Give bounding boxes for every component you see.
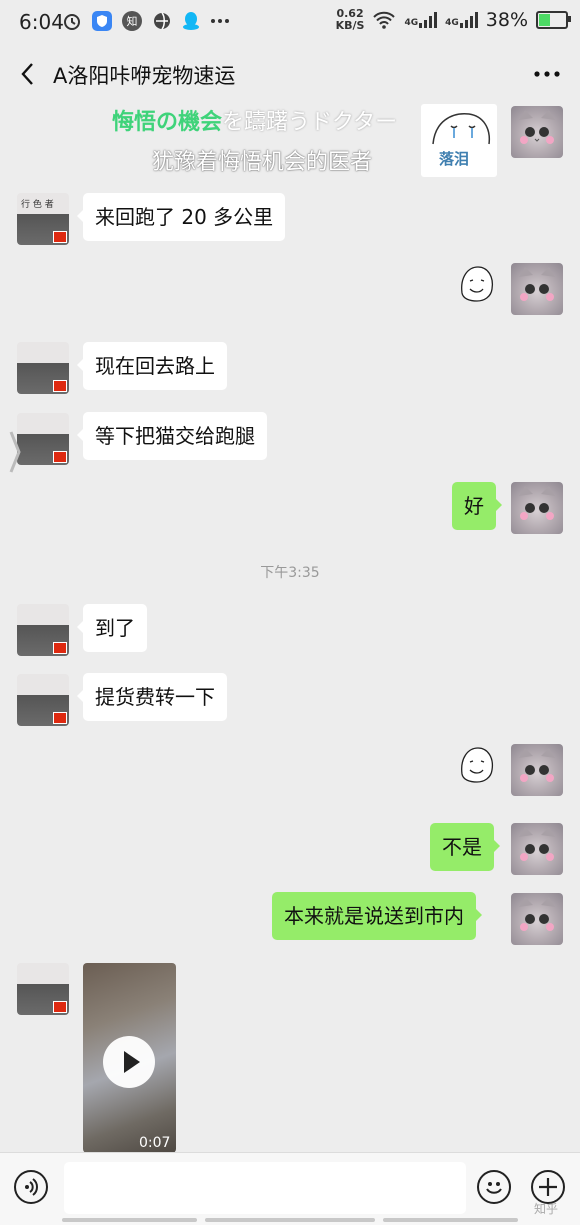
status-bar: 6:04 知 0.62 KB/S 4G 4G 38% bbox=[0, 0, 580, 44]
contact-avatar[interactable] bbox=[17, 604, 69, 656]
self-avatar[interactable] bbox=[511, 263, 563, 315]
cat-avatar-icon bbox=[519, 110, 555, 144]
contact-avatar[interactable] bbox=[17, 413, 69, 465]
more-functions-button[interactable] bbox=[531, 1170, 565, 1204]
message-bubble-sent[interactable]: 不是 bbox=[430, 823, 500, 871]
meme-crying-face-sticker: 落泪 bbox=[421, 104, 497, 177]
flag-icon bbox=[53, 642, 67, 654]
nav-indicator bbox=[62, 1218, 197, 1222]
status-right-group: 0.62 KB/S 4G 4G 38% bbox=[336, 8, 571, 32]
signal-strength-1: 4G bbox=[404, 12, 438, 28]
crying-face-icon bbox=[432, 113, 491, 145]
message-text-input[interactable] bbox=[64, 1162, 466, 1214]
message-bubble-received[interactable]: 现在回去路上 bbox=[77, 342, 227, 390]
cat-avatar-icon bbox=[519, 897, 555, 931]
voice-icon bbox=[25, 1178, 38, 1196]
more-dots-icon bbox=[211, 19, 229, 23]
net-speed: 0.62 KB/S bbox=[336, 8, 365, 32]
chat-more-button[interactable] bbox=[532, 59, 562, 89]
self-avatar[interactable] bbox=[511, 106, 563, 158]
meme-sticker-message[interactable]: 悔悟の機会を躊躇うドクター 犹豫着悔悟机会的医者 落泪 bbox=[100, 100, 500, 178]
smiling-face-sticker[interactable] bbox=[456, 744, 496, 784]
flag-icon bbox=[53, 712, 67, 724]
qq-app-icon bbox=[183, 12, 199, 30]
back-button[interactable] bbox=[14, 59, 44, 89]
battery-level bbox=[539, 14, 550, 26]
battery-icon bbox=[536, 11, 571, 29]
signal-bars-icon bbox=[419, 12, 438, 28]
self-avatar[interactable] bbox=[511, 744, 563, 796]
net-speed-unit: KB/S bbox=[335, 19, 365, 32]
flag-icon bbox=[53, 1001, 67, 1013]
message-timestamp: 下午3:35 bbox=[260, 565, 320, 581]
more-dots-icon bbox=[534, 71, 560, 77]
zhihu-app-icon: 知 bbox=[122, 11, 142, 31]
battery-percentage: 38% bbox=[485, 9, 528, 31]
network-type-label: 4G bbox=[404, 18, 419, 28]
message-bubble-received[interactable]: 到了 bbox=[77, 604, 147, 652]
play-icon[interactable] bbox=[103, 1036, 155, 1088]
signal-bars-icon bbox=[459, 12, 478, 28]
message-bubble-sent[interactable]: 本来就是说送到市内 bbox=[272, 892, 482, 940]
cat-avatar-icon bbox=[519, 267, 555, 301]
meme-caption-highlight: 悔悟の機会 bbox=[112, 110, 223, 135]
watermark: 知乎 bbox=[533, 1202, 558, 1216]
message-input-bar bbox=[0, 1152, 580, 1225]
chevron-left-icon bbox=[21, 63, 33, 85]
video-duration: 0:07 bbox=[139, 1135, 171, 1151]
wifi-icon bbox=[373, 11, 396, 29]
shield-app-icon bbox=[92, 11, 112, 31]
nav-indicator bbox=[383, 1218, 518, 1222]
plus-icon bbox=[539, 1178, 557, 1196]
cat-avatar-icon bbox=[519, 827, 555, 861]
flag-icon bbox=[53, 231, 67, 243]
store-sign-text: 行 色 者 bbox=[21, 200, 54, 210]
contact-avatar[interactable] bbox=[17, 342, 69, 394]
message-bubble-received[interactable]: 提货费转一下 bbox=[77, 673, 227, 721]
flag-icon bbox=[53, 380, 67, 392]
self-avatar[interactable] bbox=[511, 823, 563, 875]
cat-avatar-icon bbox=[519, 748, 555, 782]
status-time: 6:04 bbox=[19, 10, 64, 34]
video-message[interactable]: 0:07 bbox=[83, 963, 176, 1153]
status-app-icons: 知 bbox=[62, 11, 230, 31]
signal-strength-2: 4G bbox=[445, 12, 478, 28]
meme-card-caption: 落泪 bbox=[439, 150, 470, 168]
meme-caption-chinese: 犹豫着悔悟机会的医者 bbox=[152, 150, 373, 175]
nav-indicator bbox=[205, 1218, 375, 1222]
message-bubble-received[interactable]: 来回跑了 20 多公里 bbox=[76, 193, 286, 241]
meme-caption-japanese: 悔悟の機会を躊躇うドクター bbox=[112, 104, 397, 136]
network-type-label: 4G bbox=[445, 18, 459, 28]
message-bubble-sent[interactable]: 好 bbox=[452, 482, 502, 530]
chat-title: A洛阳咔咿宠物速运 bbox=[53, 64, 236, 88]
contact-avatar[interactable] bbox=[17, 674, 69, 726]
side-drawer-handle-icon[interactable] bbox=[8, 428, 22, 476]
contact-avatar[interactable]: 行 色 者 bbox=[17, 193, 69, 245]
alarm-icon bbox=[64, 14, 80, 30]
contact-avatar[interactable] bbox=[17, 963, 69, 1015]
self-avatar[interactable] bbox=[511, 482, 563, 534]
voice-input-button[interactable] bbox=[14, 1170, 48, 1204]
browser-app-icon bbox=[154, 12, 170, 30]
message-bubble-received[interactable]: 等下把猫交给跑腿 bbox=[77, 412, 267, 460]
chat-header: A洛阳咔咿宠物速运 bbox=[0, 44, 580, 106]
emoji-button[interactable] bbox=[477, 1170, 511, 1204]
self-avatar[interactable] bbox=[511, 893, 563, 945]
emoji-icon bbox=[486, 1182, 502, 1194]
cat-avatar-icon bbox=[519, 486, 555, 520]
meme-caption-rest: を躊躇うドクター bbox=[222, 110, 398, 135]
flag-icon bbox=[53, 451, 67, 463]
smiling-face-sticker[interactable] bbox=[456, 263, 496, 303]
